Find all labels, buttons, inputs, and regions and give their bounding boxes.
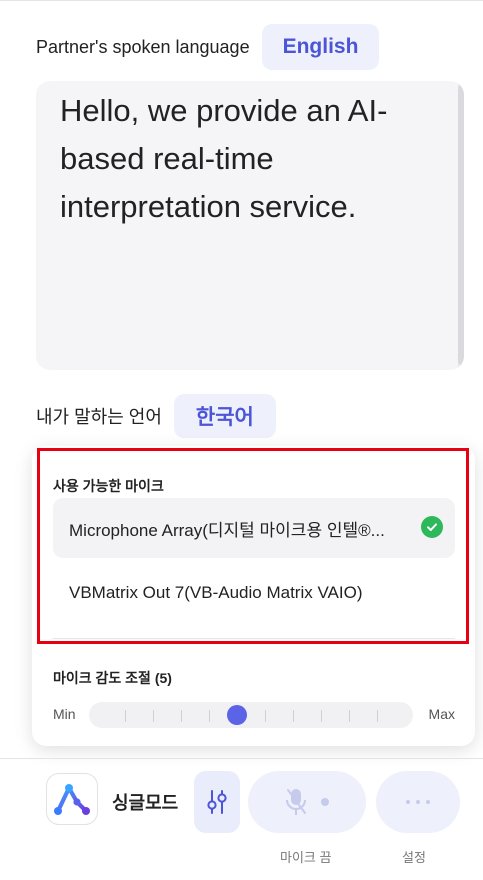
slider-tick [181,710,182,722]
slider-tick [125,710,126,722]
slider-tick [321,710,322,722]
transcript-text: Hello, we provide an AI-based real-time … [60,93,388,224]
partner-language-row: Partner's spoken language English [36,23,380,71]
mic-sensitivity-control: Min Max [53,702,455,728]
partner-language-selector[interactable]: English [261,24,380,70]
mic-off-icon [286,789,306,815]
partner-language-label: Partner's spoken language [36,36,250,57]
slider-tick [377,710,378,722]
slider-tick [209,710,210,722]
settings-label: 설정 [402,850,426,865]
slider-tick [349,710,350,722]
slider-tick [265,710,266,722]
my-language-row: 내가 말하는 언어 한국어 [36,393,276,439]
sliders-icon [207,790,227,814]
slider-thumb[interactable] [227,705,247,725]
settings-button[interactable] [376,771,460,833]
top-divider [0,0,483,1]
mic-level-dot [321,798,329,806]
app-logo-icon [46,773,98,825]
slider-min-label: Min [53,706,76,722]
transcript-scroll-thumb[interactable] [458,85,464,365]
mic-list-highlight [37,448,469,644]
single-mode-label[interactable]: 싱글모드 [112,789,178,815]
mic-off-label: 마이크 끔 [280,850,332,865]
mic-sensitivity-slider[interactable] [89,702,413,728]
slider-max-label: Max [428,706,455,722]
bottom-toolbar: 싱글모드 마이크 끔 설정 [0,759,483,880]
mic-toggle-button[interactable] [248,771,366,833]
transcript-scrollbar[interactable] [458,81,464,370]
more-icon [406,800,430,804]
slider-tick [153,710,154,722]
my-language-selector[interactable]: 한국어 [173,394,276,438]
transcript-panel: Hello, we provide an AI-based real-time … [36,81,464,370]
slider-tick [293,710,294,722]
mic-sensitivity-title: 마이크 감도 조절 (5) [53,670,172,686]
my-language-label: 내가 말하는 언어 [36,407,162,427]
sensitivity-settings-button[interactable] [194,771,240,833]
